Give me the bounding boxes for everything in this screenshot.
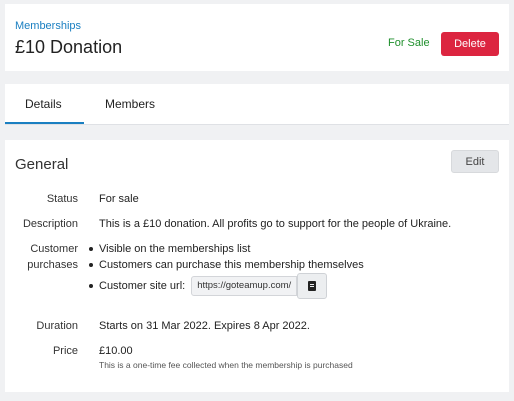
price-value: £10.00 xyxy=(99,345,133,357)
tab-details[interactable]: Details xyxy=(25,97,62,111)
description-value: This is a £10 donation. All profits go t… xyxy=(99,218,452,230)
customer-purchases-label: Customer purchases xyxy=(5,241,78,273)
price-note: This is a one-time fee collected when th… xyxy=(99,360,353,370)
page-title: £10 Donation xyxy=(15,37,123,57)
delete-button[interactable]: Delete xyxy=(441,32,499,56)
section-title: General xyxy=(15,156,69,173)
list-item-text: Visible on the memberships list xyxy=(99,243,251,255)
clipboard-icon xyxy=(308,281,317,291)
price-label: Price xyxy=(52,345,78,357)
tab-members[interactable]: Members xyxy=(105,97,155,111)
customer-site-url-field[interactable]: https://goteamup.com/ xyxy=(191,276,298,296)
customer-site-url-label: Customer site url: xyxy=(99,280,186,292)
edit-button[interactable]: Edit xyxy=(451,150,499,173)
customer-purchases-list: Visible on the memberships list Customer… xyxy=(88,241,364,299)
active-tab-indicator xyxy=(5,122,84,124)
breadcrumb-memberships[interactable]: Memberships xyxy=(15,20,81,32)
customer-purchases-label-line1: Customer xyxy=(30,243,78,255)
status-badge: For Sale xyxy=(388,37,430,49)
copy-url-button[interactable] xyxy=(297,273,328,299)
list-item: Customers can purchase this membership t… xyxy=(88,257,364,273)
general-section: General Edit Status For sale Description… xyxy=(5,140,509,392)
duration-value: Starts on 31 Mar 2022. Expires 8 Apr 202… xyxy=(99,320,310,332)
list-item: Visible on the memberships list xyxy=(88,241,364,257)
status-value: For sale xyxy=(99,193,139,205)
duration-label: Duration xyxy=(36,320,78,332)
customer-site-url-row: Customer site url: https://goteamup.com/ xyxy=(88,273,364,299)
list-item-text: Customers can purchase this membership t… xyxy=(99,259,364,271)
status-label: Status xyxy=(46,193,78,205)
description-label: Description xyxy=(22,218,78,230)
customer-purchases-label-line2: purchases xyxy=(27,259,78,271)
tab-bar: Details Members xyxy=(5,84,509,125)
page-header: Memberships £10 Donation For Sale Delete xyxy=(5,4,509,71)
